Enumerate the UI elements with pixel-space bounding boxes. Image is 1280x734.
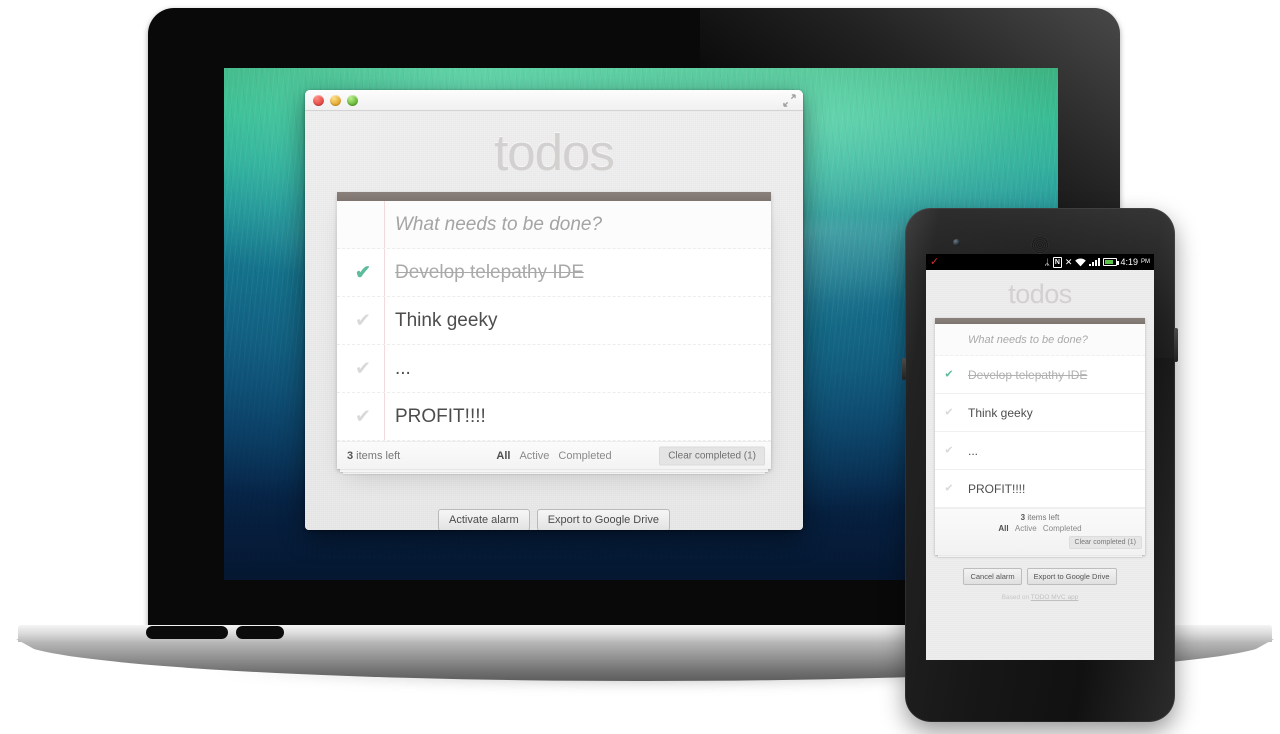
phone-todo-item-row[interactable]: ✔ ... [935,432,1145,470]
margin-rule-line [384,345,385,392]
laptop-port-small [236,626,284,639]
phone-filter-active[interactable]: Active [1015,524,1037,533]
phone-device: ✓ ᛦ N ✕ 4:19 PM todos What needs to be d… [902,208,1178,734]
proximity-sensors [1115,240,1137,244]
scene: todos What needs to be done? ✔ Develop t… [0,0,1280,734]
phone-todo-item-label: Develop telepathy IDE [968,367,1088,382]
export-to-google-drive-button[interactable]: Export to Google Drive [536,509,670,530]
phone-clear-completed-wrap: Clear completed (1) [935,536,1142,549]
zoom-button[interactable] [347,95,358,106]
bluetooth-icon: ᛦ [1044,256,1050,267]
todo-footer: 3 items left All Active Completed Clear … [337,441,771,469]
phone-filter-all[interactable]: All [998,524,1008,533]
android-status-bar: ✓ ᛦ N ✕ 4:19 PM [926,254,1154,270]
phone-todo-item-label: ... [968,443,979,458]
new-todo-input-placeholder[interactable]: What needs to be done? [395,214,602,236]
status-icons: ᛦ N ✕ 4:19 PM [1044,256,1150,268]
todo-checkmark-icon[interactable]: ✔ [350,311,376,330]
phone-new-todo-row[interactable]: What needs to be done? [935,324,1145,356]
status-time: 4:19 [1120,257,1138,267]
todo-app-window: todos What needs to be done? ✔ Develop t… [305,90,803,530]
front-camera-icon [953,239,960,246]
wifi-icon [1075,257,1087,266]
phone-page-title: todos [1008,279,1072,309]
items-left-text: items left [353,449,401,462]
todo-checkmark-icon[interactable]: ✔ [350,263,376,282]
phone-todo-checkmark-icon[interactable]: ✔ [942,445,956,456]
fullscreen-icon[interactable] [783,94,796,107]
todo-card: What needs to be done? ✔ Develop telepat… [337,192,771,469]
phone-export-to-google-drive-button[interactable]: Export to Google Drive [1026,568,1117,585]
filter-all[interactable]: All [496,450,510,462]
extra-actions: Activate alarm Export to Google Drive [305,509,803,530]
phone-todo-checkmark-icon[interactable]: ✔ [942,369,956,380]
mute-icon: ✕ [1064,256,1073,267]
phone-filter-completed[interactable]: Completed [1043,524,1082,533]
margin-rule-line [384,393,385,440]
signal-icon [1089,258,1101,266]
nfc-icon: N [1052,256,1062,268]
phone-todo-item-row[interactable]: ✔ PROFIT!!!! [935,470,1145,508]
phone-todo-checkmark-icon[interactable]: ✔ [942,407,956,418]
battery-icon [1103,258,1120,266]
laptop-port-large [146,626,228,639]
close-button[interactable] [313,95,324,106]
phone-todo-item-label: Think geeky [968,405,1033,420]
todo-checkmark-icon[interactable]: ✔ [350,359,376,378]
phone-credit-prefix: Based on [1001,594,1031,601]
margin-rule-line [384,297,385,344]
phone-extra-actions: Cancel alarm Export to Google Drive [926,568,1154,585]
filter-completed[interactable]: Completed [558,450,611,462]
phone-cancel-alarm-button[interactable]: Cancel alarm [963,568,1022,585]
phone-todo-card: What needs to be done? ✔ Develop telepat… [935,318,1145,555]
todo-item-label: PROFIT!!!! [395,405,486,427]
new-todo-row[interactable]: What needs to be done? [337,201,771,249]
phone-clear-completed-button[interactable]: Clear completed (1) [1068,536,1142,549]
volume-button[interactable] [1174,328,1178,362]
todo-item-label: ... [395,357,411,379]
power-button[interactable] [902,358,906,380]
phone-items-left-count: 3 items left [935,513,1145,522]
phone-new-todo-input-placeholder[interactable]: What needs to be done? [968,334,1088,346]
phone-todo-item-row[interactable]: ✔ Think geeky [935,394,1145,432]
activate-alarm-button[interactable]: Activate alarm [438,509,530,530]
todo-checkmark-icon[interactable]: ✔ [350,407,376,426]
todo-item-label: Develop telepathy IDE [395,261,585,283]
margin-rule-line [384,249,385,296]
todo-item-label: Think geeky [395,309,498,331]
card-top-accent-bar [337,192,771,201]
notification-check-icon: ✓ [930,255,940,268]
phone-todo-item-label: PROFIT!!!! [968,481,1026,496]
todo-item-row[interactable]: ✔ Think geeky [337,297,771,345]
todo-item-row[interactable]: ✔ Develop telepathy IDE [337,249,771,297]
phone-screen: ✓ ᛦ N ✕ 4:19 PM todos What needs to be d… [926,254,1154,660]
earpiece-speaker-icon [1031,236,1049,254]
items-left-count: 3 items left [347,450,400,462]
phone-items-left-text: items left [1025,513,1060,522]
filter-active[interactable]: Active [519,450,549,462]
phone-credit-line: Based on TODO MVC app [926,594,1154,601]
phone-todomvc-link[interactable]: TODO MVC app [1031,594,1079,601]
window-titlebar[interactable] [305,90,803,111]
todo-item-row[interactable]: ✔ ... [337,345,771,393]
phone-filter-group: All Active Completed [935,524,1145,533]
phone-todo-footer: 3 items left All Active Completed Clear … [935,508,1145,555]
filter-group: All Active Completed [496,450,611,462]
page-title: todos [494,124,615,181]
todo-item-row[interactable]: ✔ PROFIT!!!! [337,393,771,441]
minimize-button[interactable] [330,95,341,106]
window-traffic-lights [313,95,358,106]
phone-todo-item-row[interactable]: ✔ Develop telepathy IDE [935,356,1145,394]
margin-rule-line [384,201,385,248]
status-meridiem: PM [1141,259,1150,265]
window-content: todos What needs to be done? ✔ Develop t… [305,111,803,530]
clear-completed-button[interactable]: Clear completed (1) [659,446,765,465]
phone-todo-checkmark-icon[interactable]: ✔ [942,483,956,494]
phone-todo-app: todos What needs to be done? ✔ Develop t… [926,270,1154,660]
